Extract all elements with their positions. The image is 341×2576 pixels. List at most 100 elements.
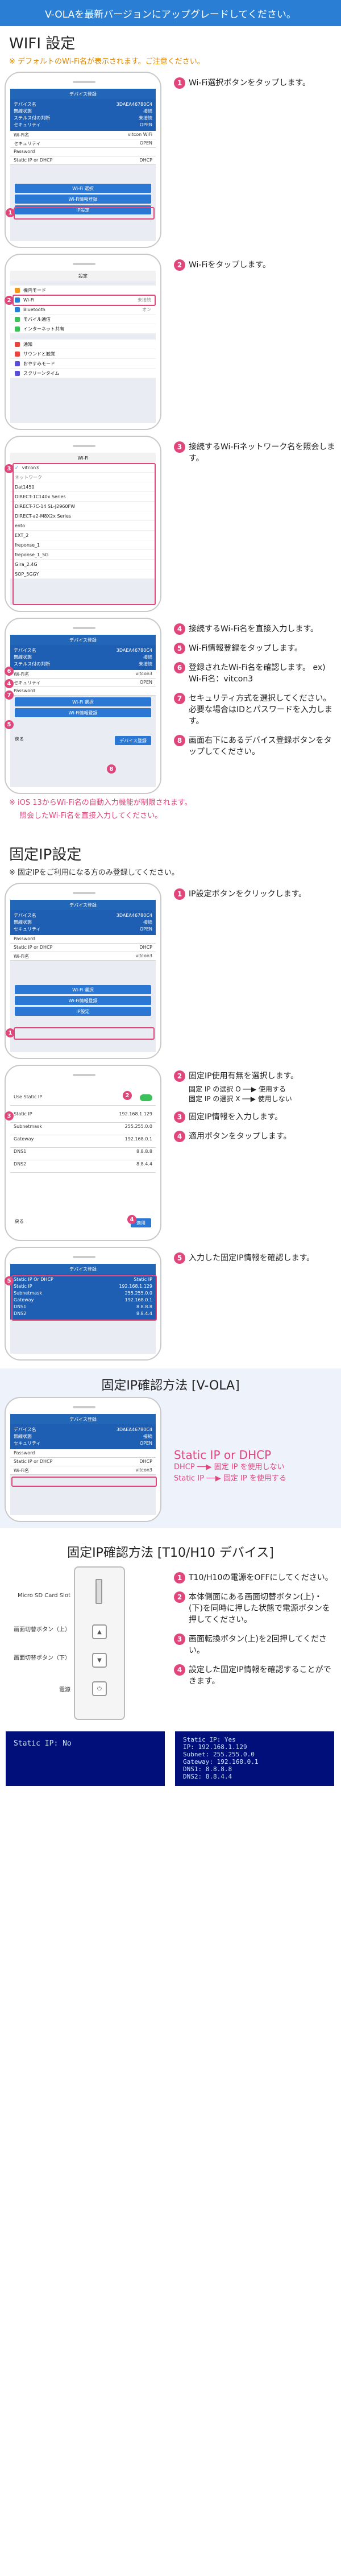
field-ip-mode[interactable]: Static IP or DHCP DHCP	[10, 1458, 156, 1466]
device-register-button[interactable]: デバイス登録	[115, 736, 151, 745]
step-item: 4 設定した固定IP情報を確認することができます。	[174, 1664, 335, 1687]
back-button[interactable]: 戻る	[15, 1218, 24, 1227]
step-marker-2: 2	[5, 296, 14, 305]
static-step-row-3: デバイス登録 Static IP Or DHCP Static IP Static…	[0, 1247, 341, 1361]
wifi-register-button[interactable]: Wi-Fi情報登録	[15, 708, 151, 717]
option-off: 固定 IP の選択 X ──▶ 使用しない	[189, 1095, 292, 1103]
highlight-box	[13, 463, 156, 605]
settings-item-hotspot[interactable]: インターネット共有	[10, 324, 156, 334]
wifi-select-button[interactable]: Wi-Fi 選択	[15, 184, 151, 193]
power-button[interactable]: ⏻	[92, 1681, 107, 1696]
device-info-table: デバイス名 3DAEA46780C4 無線状態 接続 ステルス付の判断 未接続 セキュ…	[10, 99, 156, 131]
app-header: デバイス登録	[10, 1414, 156, 1424]
field-password[interactable]: Password	[10, 1449, 156, 1458]
toggle-switch[interactable]	[140, 1094, 152, 1101]
device-check-title: 固定IP確認方法 [T10/H10 デバイス]	[67, 1546, 274, 1560]
ios-note: ※ iOS 13からWi-Fi名の自動入力機能が制限されます。	[9, 799, 192, 807]
app-header: デバイス登録	[10, 900, 156, 910]
highlight-box	[13, 295, 156, 306]
device-info-table: デバイス名 3DAEA46780C4 無線状態 接続 セキュリティ OPEN	[10, 1424, 156, 1449]
highlight-box	[14, 207, 155, 220]
highlight-box	[11, 1275, 157, 1321]
display-static-no: Static IP: No	[6, 1731, 165, 1786]
field-security[interactable]: セキュリティ OPEN	[10, 139, 156, 148]
settings-item-airplane[interactable]: 機内モード	[10, 286, 156, 295]
step-item: 4 適用ボタンをタップします。	[174, 1131, 335, 1142]
field-dns1[interactable]: DNS1 8.8.8.8	[10, 1148, 156, 1160]
wifi-register-button[interactable]: Wi-Fi情報登録	[15, 195, 151, 204]
back-button[interactable]: 戻る	[15, 736, 24, 745]
phone-mockup: Wi-Fi ✓ vitcon3 ネットワーク Dat1450 DIRECT-1C1…	[5, 436, 161, 612]
step-item: 3 固定IP情報を入力します。	[174, 1111, 335, 1123]
step-item: 5 Wi-Fi情報登録をタップします。	[174, 643, 335, 654]
field-wifi-name[interactable]: Wi-Fi名 vitcon WiFi	[10, 131, 156, 139]
wifi-select-button[interactable]: Wi-Fi 選択	[15, 985, 151, 994]
step-item: 2 固定IP使用有無を選択します。	[174, 1070, 335, 1082]
settings-item-dnd[interactable]: おやすみモード	[10, 359, 156, 369]
phone-mockup: デバイス登録 デバイス名 3DAEA46780C4 無線状態 接続 ステルス付の判断…	[5, 72, 161, 248]
field-ip-mode[interactable]: Static IP or DHCP DHCP	[10, 944, 156, 952]
step-item: 6 登録されたWi-Fi名を確認します。 ex) Wi-Fi名：vitcon3	[174, 662, 335, 685]
wifi-section-title: WIFI 設定	[9, 35, 76, 52]
step-item: 1 Wi-Fi選択ボタンをタップします。	[174, 77, 335, 89]
static-section-title: 固定IP設定	[9, 846, 82, 863]
power-label: 電源	[59, 1687, 70, 1693]
step-item: 8 画面右下にあるデバイス登録ボタンをタップしてください。	[174, 735, 335, 758]
wifi-register-button[interactable]: Wi-Fi情報登録	[15, 996, 151, 1005]
wifi-default-note: ※ デフォルトのWi-Fi名が表示されます。ご注意ください。	[9, 57, 205, 66]
wifi-step-row-4: デバイス登録 デバイス名 3DAEA46780C4 無線状態 接続 ステルス付の判断…	[0, 618, 341, 794]
field-dns2[interactable]: DNS2 8.8.4.4	[10, 1160, 156, 1173]
phone-mockup: デバイス登録 デバイス名 3DAEA46780C4 無線状態 接続 セキュリティ OP…	[5, 1397, 161, 1522]
device-info-table: デバイス名 3DAEA46780C4 無線状態 接続 セキュリティ OPEN	[10, 910, 156, 935]
t10-device: ▲ ▼ ⏻ Micro SD Card Slot 画面切替ボタン（上） 画面切替…	[14, 1566, 125, 1720]
wifi-step-row-3: Wi-Fi ✓ vitcon3 ネットワーク Dat1450 DIRECT-1C1…	[0, 436, 341, 612]
step-item: 7 セキュリティ方式を選択してください。必要な場合はIDとパスワードを入力します。	[174, 693, 335, 727]
step-item: 3 画面転換ボタン(上)を2回押してください。	[174, 1634, 335, 1656]
phone-mockup: 設定 機内モード Wi-Fi 未接続 Bluetooth オン モバイル通信 インタ…	[5, 254, 161, 430]
phone-mockup: デバイス登録 デバイス名 3DAEA46780C4 無線状態 接続 ステルス付の判断…	[5, 618, 161, 794]
field-subnetmask[interactable]: Subnetmask 255.255.0.0	[10, 1123, 156, 1135]
display-static-yes: Static IP: Yes IP: 192.168.1.129 Subnet:…	[175, 1731, 334, 1786]
field-wifi-name[interactable]: Wi-Fi名 vitcon3	[10, 952, 156, 961]
dhcp-explain: DHCP ──▶ 固定 IP を使用しない	[174, 1463, 285, 1471]
screen-down-button[interactable]: ▼	[92, 1653, 107, 1668]
step-item: 1 T10/H10の電源をOFFにしてください。	[174, 1572, 335, 1583]
step-marker-1: 1	[6, 208, 15, 217]
wifi-step-row-1: デバイス登録 デバイス名 3DAEA46780C4 無線状態 接続 ステルス付の判断…	[0, 72, 341, 248]
upgrade-banner: V-OLAを最新バージョンにアップグレードしてください。	[0, 0, 341, 26]
page: V-OLAを最新バージョンにアップグレードしてください。 WIFI 設定 ※ デ…	[0, 0, 341, 2576]
settings-item-screentime[interactable]: スクリーンタイム	[10, 369, 156, 378]
field-wifi-name[interactable]: Wi-Fi名 vitcon3	[10, 1466, 156, 1475]
ip-settings-button[interactable]: IP設定	[15, 1007, 151, 1016]
field-ip-mode[interactable]: Static IP or DHCP DHCP	[10, 156, 156, 165]
settings-item-mobile[interactable]: モバイル通信	[10, 315, 156, 324]
vola-check-title: 固定IP確認方法 [V-OLA]	[101, 1379, 240, 1393]
wifi-step-row-2: 設定 機内モード Wi-Fi 未接続 Bluetooth オン モバイル通信 インタ…	[0, 254, 341, 430]
step-item: 3 接続するWi-Fiネットワーク名を照会します。	[174, 441, 335, 464]
step-item: 2 Wi-Fiをタップします。	[174, 259, 335, 271]
sd-card-label: Micro SD Card Slot	[17, 1593, 70, 1599]
settings-item-sound[interactable]: サウンドと触覚	[10, 349, 156, 359]
settings-item-notifications[interactable]: 通知	[10, 340, 156, 349]
settings-item-bluetooth[interactable]: Bluetooth オン	[10, 305, 156, 315]
screen-up-button[interactable]: ▲	[92, 1624, 107, 1639]
field-gateway[interactable]: Gateway 192.168.0.1	[10, 1135, 156, 1148]
step-marker-3: 3	[5, 464, 14, 473]
phone-mockup: デバイス登録 Static IP Or DHCP Static IP Static…	[5, 1247, 161, 1361]
wifi-select-button[interactable]: Wi-Fi 選択	[15, 697, 151, 706]
static-ip-toggle-row[interactable]: Use Static IP	[10, 1093, 156, 1106]
step-item: 2 本体側面にある画面切替ボタン(上)・(下)を同時に押した状態で電源ボタンを押し…	[174, 1591, 335, 1626]
highlight-box	[11, 1477, 157, 1487]
option-on: 固定 IP の選択 O ──▶ 使用する	[189, 1085, 286, 1093]
up-button-label: 画面切替ボタン（上）	[14, 1627, 70, 1633]
wifi-list-title: Wi-Fi	[10, 453, 156, 463]
step-item: 4 接続するWi-Fi名を直接入力します。	[174, 623, 335, 635]
field-password[interactable]: Password	[10, 687, 156, 696]
field-password[interactable]: Password	[10, 935, 156, 944]
field-wifi-name[interactable]: Wi-Fi名 vitcon3	[10, 670, 156, 679]
vola-check-band: 固定IP確認方法 [V-OLA] デバイス登録 デバイス名 3DAEA46780C…	[0, 1368, 341, 1528]
field-password[interactable]: Password	[10, 148, 156, 156]
field-security[interactable]: セキュリティ OPEN	[10, 679, 156, 687]
static-note: ※ 固定IPをご利用になる方のみ登録してください。	[9, 869, 179, 877]
field-static-ip[interactable]: Static IP 192.168.1.129	[10, 1110, 156, 1123]
